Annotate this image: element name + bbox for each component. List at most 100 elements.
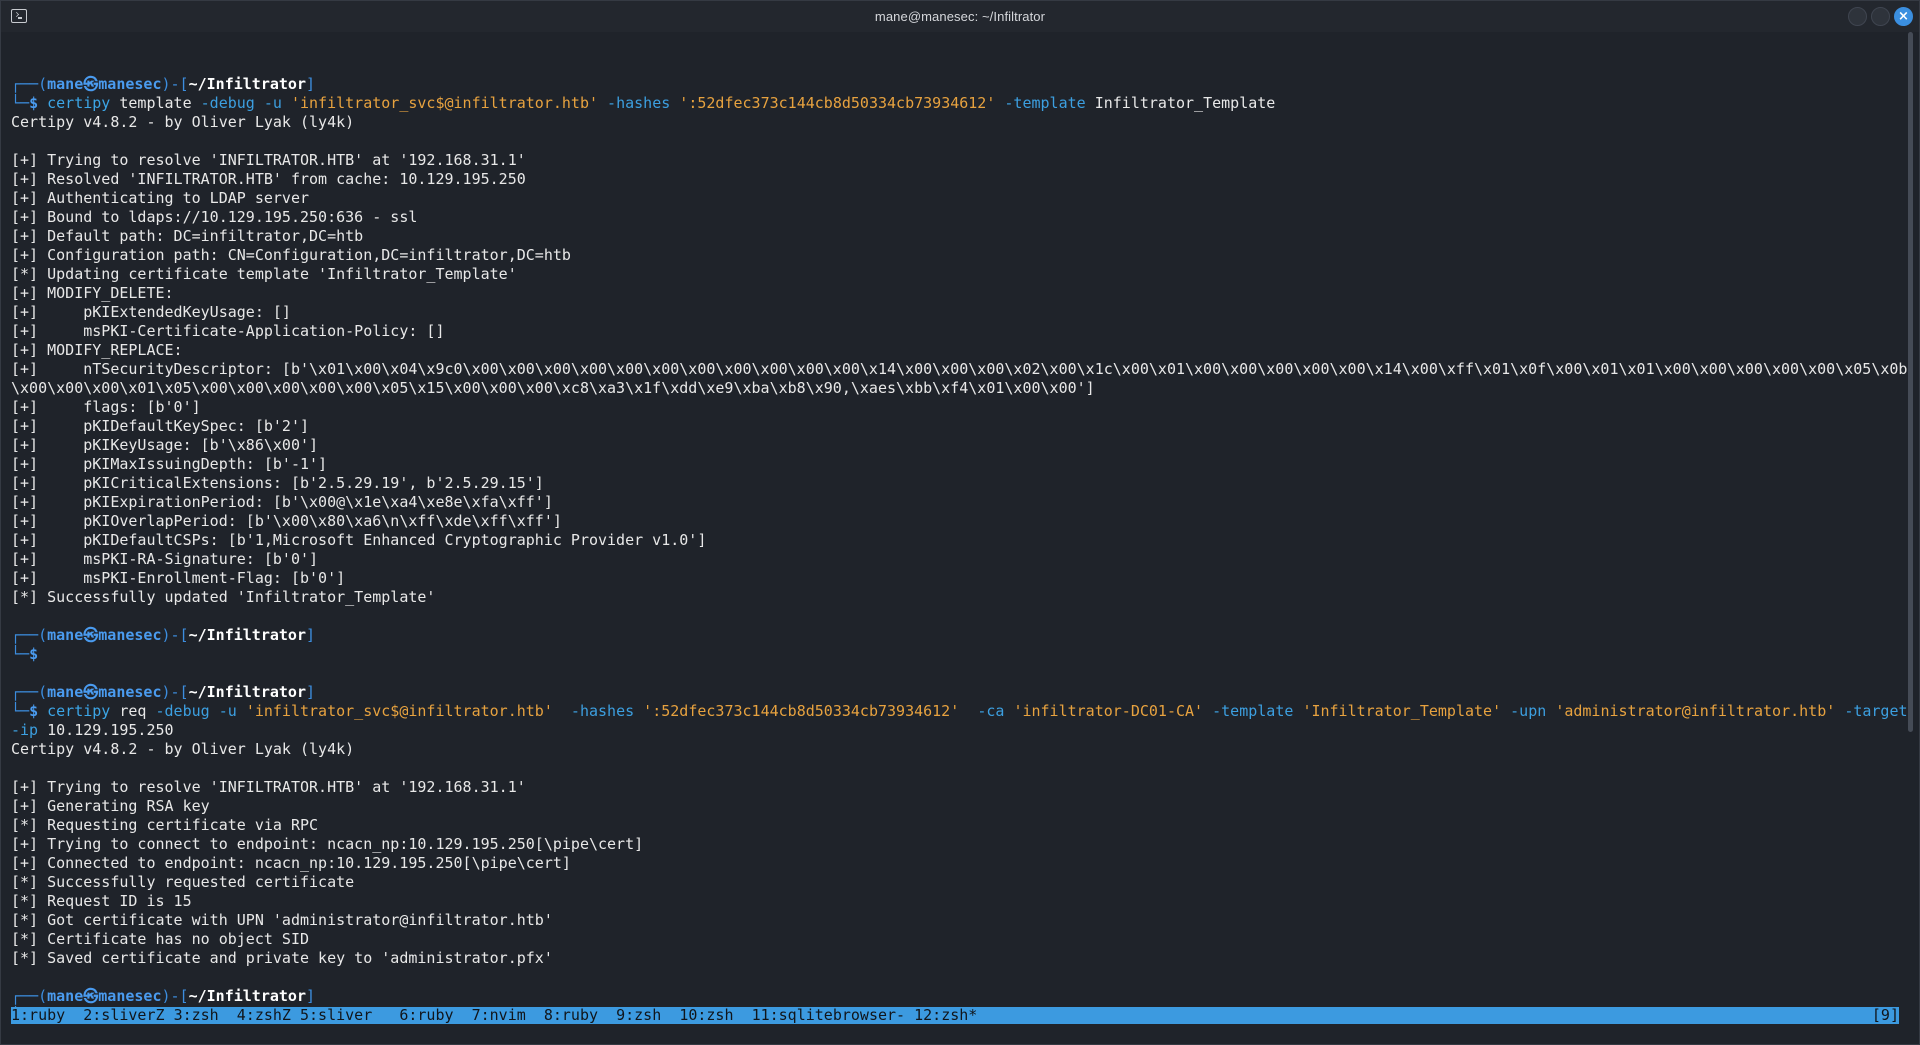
command-arg: -u: [218, 702, 237, 720]
prompt-user: mane: [47, 987, 84, 1005]
command-arg: -hashes: [570, 702, 635, 720]
output-line: [*] Request ID is 15: [11, 892, 192, 910]
terminal-window: mane@manesec: ~/Infiltrator × ┌──(mane㉿m…: [0, 0, 1920, 1045]
command-arg: -ca: [977, 702, 1005, 720]
prompt-host: manesec: [98, 683, 162, 701]
tab-separator: [454, 1007, 472, 1024]
output-line: [+] Configuration path: CN=Configuration…: [11, 246, 571, 264]
command-arg: [1546, 702, 1555, 720]
command-line: └─$: [11, 645, 1899, 664]
prompt-bracket: ]: [305, 75, 316, 93]
prompt-corner: ┌──(: [11, 683, 48, 701]
prompt-line: ┌──(mane㉿manesec)-[~/Infiltrator]: [11, 987, 1899, 1006]
command-line: └─$ certipy template -debug -u 'infiltra…: [11, 94, 1899, 113]
command-line: └─$ certipy req -debug -u 'infiltrator_s…: [11, 702, 1908, 721]
command-arg: 'Infiltrator_Template': [1302, 702, 1502, 720]
prompt-bracket: )-[: [161, 75, 189, 93]
terminal-output[interactable]: ┌──(mane㉿manesec)-[~/Infiltrator] └─$ cer…: [11, 56, 1908, 1025]
output-line: [*] Saved certificate and private key to…: [11, 949, 553, 967]
prompt-corner: └─: [11, 645, 30, 663]
tmux-session-indicator: [9]: [1871, 1006, 1899, 1024]
prompt-dollar: $: [29, 645, 39, 663]
command-arg: -ip: [11, 721, 39, 739]
command-arg: [282, 94, 291, 112]
output-line: [*] Requesting certificate via RPC: [11, 816, 319, 834]
command-arg: [1501, 702, 1510, 720]
prompt-directory: ~/Infiltrator: [188, 683, 306, 701]
prompt-host: manesec: [98, 75, 162, 93]
output-line: [+] MODIFY_DELETE:: [11, 284, 174, 302]
prompt-corner: ┌──(: [11, 987, 48, 1005]
tab-separator: [65, 1007, 83, 1024]
close-icon: ×: [1898, 9, 1909, 24]
tmux-window-tab[interactable]: 9:zsh: [616, 1007, 661, 1024]
output-line: [*] Got certificate with UPN 'administra…: [11, 911, 553, 929]
close-button[interactable]: ×: [1894, 7, 1913, 26]
output-line: Certipy v4.8.2 - by Oliver Lyak (ly4k): [11, 740, 355, 758]
tab-separator: [219, 1007, 237, 1024]
minimize-button[interactable]: [1848, 7, 1867, 26]
tmux-window-tab[interactable]: 11:sqlitebrowser-: [752, 1007, 906, 1024]
command-arg: [237, 702, 246, 720]
command-arg: [210, 702, 219, 720]
tmux-window-tab[interactable]: 6:ruby: [399, 1007, 453, 1024]
scrollbar[interactable]: [1908, 32, 1913, 732]
command-arg: [670, 94, 679, 112]
tab-separator: [661, 1007, 679, 1024]
output-line: [+] Authenticating to LDAP server: [11, 189, 310, 207]
prompt-dollar: $: [29, 702, 39, 720]
tmux-window-tab[interactable]: 1:ruby: [11, 1007, 65, 1024]
prompt-line: ┌──(mane㉿manesec)-[~/Infiltrator]: [11, 683, 1899, 702]
prompt-line: ┌──(mane㉿manesec)-[~/Infiltrator]: [11, 626, 1899, 645]
prompt-bracket: )-[: [161, 683, 189, 701]
maximize-button[interactable]: [1871, 7, 1890, 26]
output-line: [+] pKIOverlapPeriod: [b'\x00\x80\xa6\n\…: [11, 512, 562, 530]
tmux-window-tab[interactable]: 4:zshZ: [237, 1007, 291, 1024]
tmux-window-tab[interactable]: 7:nvim: [472, 1007, 526, 1024]
output-line: [+] pKIExpirationPeriod: [b'\x00@\x1e\xa…: [11, 493, 553, 511]
command-arg: ':52dfec373c144cb8d50334cb73934612': [643, 702, 960, 720]
command-arg: ':52dfec373c144cb8d50334cb73934612': [679, 94, 996, 112]
prompt-corner: └─: [11, 94, 30, 112]
command-arg: [1835, 702, 1844, 720]
tmux-window-tab[interactable]: 2:sliverZ: [83, 1007, 164, 1024]
tmux-window-tab[interactable]: 12:zsh*: [914, 1007, 977, 1024]
output-line: [+] nTSecurityDescriptor: [b'\x01\x00\x0…: [11, 360, 1908, 378]
prompt-bracket: )-[: [161, 626, 189, 644]
output-line: [+] Bound to ldaps://10.129.195.250:636 …: [11, 208, 418, 226]
output-line: [*] Updating certificate template 'Infil…: [11, 265, 517, 283]
command-name: certipy: [47, 702, 111, 720]
output-line: [+] Default path: DC=infiltrator,DC=htb: [11, 227, 364, 245]
terminal-icon[interactable]: [11, 9, 27, 23]
tab-separator: [291, 1007, 300, 1024]
command-arg: [598, 94, 607, 112]
tmux-window-tab[interactable]: 3:zsh: [174, 1007, 219, 1024]
tmux-window-list: 1:ruby 2:sliverZ 3:zsh 4:zshZ 5:sliver 6…: [11, 1007, 977, 1024]
tmux-window-tab[interactable]: 8:ruby: [544, 1007, 598, 1024]
tmux-window-tab[interactable]: 10:zsh: [679, 1007, 733, 1024]
prompt-corner: ┌──(: [11, 75, 48, 93]
prompt-at-symbol: ㉿: [83, 626, 99, 644]
output-line: [+] pKIKeyUsage: [b'\x86\x00']: [11, 436, 319, 454]
tab-separator: [905, 1007, 914, 1024]
tab-separator: [598, 1007, 616, 1024]
output-line: [+] pKIExtendedKeyUsage: []: [11, 303, 291, 321]
command-name: certipy: [47, 94, 111, 112]
prompt-line: ┌──(mane㉿manesec)-[~/Infiltrator]: [11, 75, 1899, 94]
prompt-directory: ~/Infiltrator: [188, 626, 306, 644]
command-arg: [634, 702, 643, 720]
output-line: [+] pKIDefaultKeySpec: [b'2']: [11, 417, 310, 435]
tmux-window-tab[interactable]: 5:sliver: [300, 1007, 372, 1024]
tab-separator: [734, 1007, 752, 1024]
output-line: [+] Generating RSA key: [11, 797, 210, 815]
prompt-user: mane: [47, 626, 84, 644]
output-line: [+] Trying to connect to endpoint: ncacn…: [11, 835, 644, 853]
output-line: \x00\x00\x00\x01\x05\x00\x00\x00\x00\x00…: [11, 379, 1095, 397]
title-bar: mane@manesec: ~/Infiltrator ×: [1, 1, 1919, 32]
output-line: [+] Trying to resolve 'INFILTRATOR.HTB' …: [11, 778, 526, 796]
command-arg: [553, 702, 571, 720]
prompt-bracket: ]: [305, 987, 316, 1005]
